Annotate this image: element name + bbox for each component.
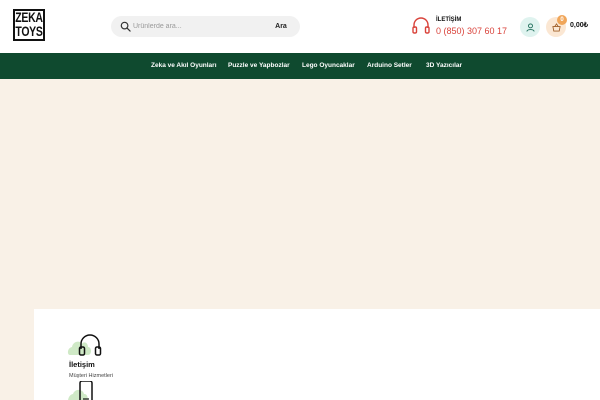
contact-block[interactable]: İLETİŞİM 0 (850) 307 60 17 — [411, 16, 521, 40]
contact-title: İLETİŞİM — [436, 17, 462, 23]
account-button[interactable] — [520, 17, 540, 37]
headset-icon — [67, 334, 102, 356]
logo-line-1: ZEKA — [15, 9, 43, 26]
cart-total[interactable]: 0,00₺ — [570, 21, 588, 29]
search-input[interactable] — [133, 19, 263, 34]
user-icon — [525, 22, 535, 32]
nav-item-puzzle-yapbozlar[interactable]: Puzzle ve Yapbozlar — [228, 62, 290, 69]
search-icon[interactable] — [120, 21, 131, 32]
feature-subtitle-contact: Müşteri Hizmetleri — [69, 373, 114, 379]
cart-count-badge: 0 — [557, 15, 567, 25]
features-panel — [34, 309, 600, 400]
logo-line-2: TOYS — [15, 23, 43, 41]
feature-title-contact: İletişim — [69, 360, 95, 369]
nav-item-zeka-akil-oyunlari[interactable]: Zeka ve Akıl Oyunları — [151, 62, 217, 69]
site-header: ZEKA TOYS Ara İLETİŞİM 0 (850) 307 60 17… — [0, 0, 600, 53]
phone-icon — [68, 381, 93, 400]
nav-item-lego-oyuncaklar[interactable]: Lego Oyuncaklar — [302, 62, 355, 69]
nav-item-arduino-setler[interactable]: Arduino Setler — [367, 62, 412, 69]
nav-item-3d-yazicilar[interactable]: 3D Yazıcılar — [426, 62, 462, 69]
main-nav: Zeka ve Akıl Oyunları Puzzle ve Yapbozla… — [0, 53, 600, 79]
zekatoys-logo[interactable]: ZEKA TOYS — [13, 9, 45, 41]
search-button[interactable]: Ara — [266, 16, 296, 37]
headset-icon — [412, 17, 430, 34]
contact-phone[interactable]: 0 (850) 307 60 17 — [436, 26, 507, 36]
